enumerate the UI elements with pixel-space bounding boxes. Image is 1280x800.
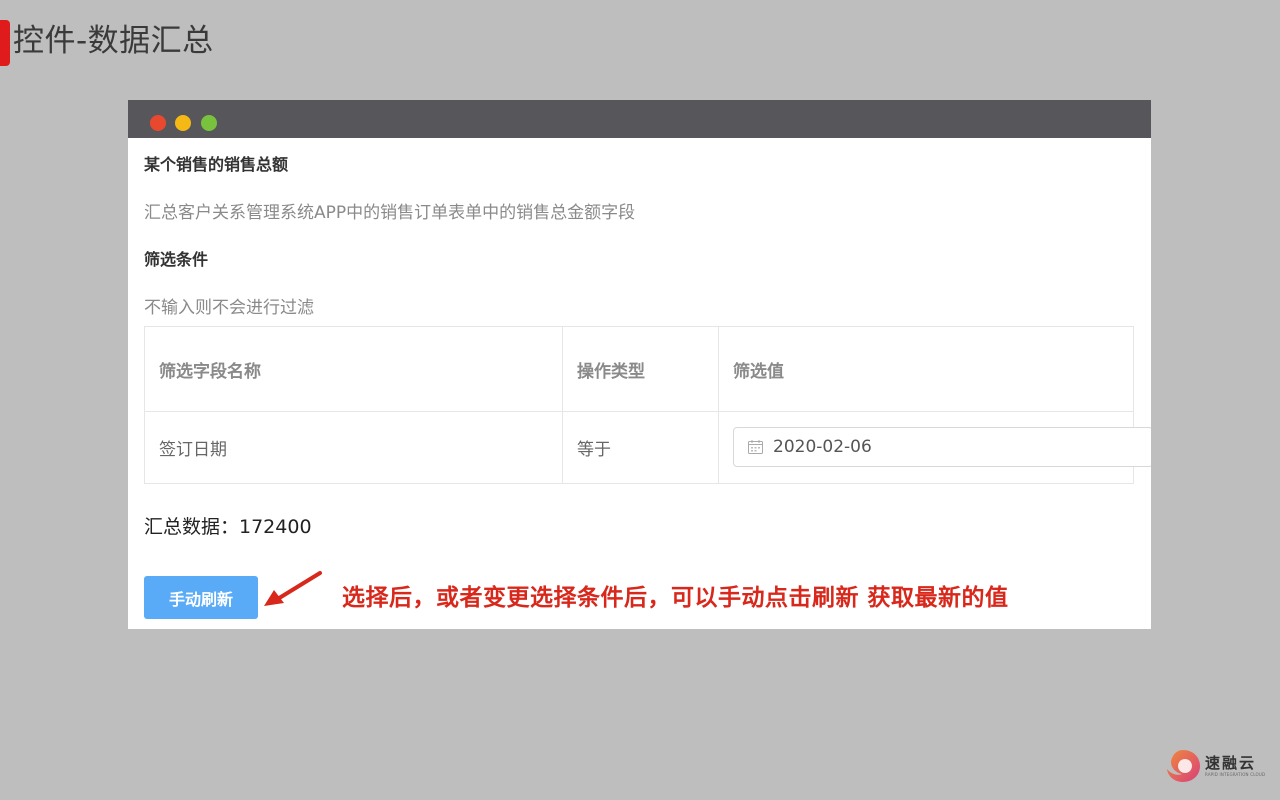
calendar-icon bbox=[748, 440, 763, 454]
date-picker-input[interactable]: 2020-02-06 bbox=[733, 427, 1151, 467]
date-value: 2020-02-06 bbox=[773, 437, 872, 457]
filter-field-name: 签订日期 bbox=[145, 411, 563, 484]
slide-title: 控件-数据汇总 bbox=[13, 23, 214, 59]
arrow-icon bbox=[264, 571, 322, 606]
close-window-dot[interactable] bbox=[150, 115, 166, 131]
brand-logo: 速融云 RAPID INTEGRATION CLOUD bbox=[1163, 746, 1265, 786]
filter-value-cell: 2020-02-06 bbox=[719, 411, 1151, 484]
app-window: 某个销售的销售总额 汇总客户关系管理系统APP中的销售订单表单中的销售总金额字段… bbox=[128, 100, 1151, 629]
widget-title: 某个销售的销售总额 bbox=[144, 155, 289, 174]
table-row: 签订日期 等于 2020-02-06 bbox=[145, 411, 1151, 484]
logo-mark-icon bbox=[1167, 750, 1200, 782]
filter-table: 筛选字段名称 操作类型 筛选值 签订日期 等于 2020-02-06 bbox=[144, 326, 1151, 484]
manual-refresh-button[interactable]: 手动刷新 bbox=[144, 576, 258, 619]
column-header-field: 筛选字段名称 bbox=[145, 327, 563, 411]
widget-description: 汇总客户关系管理系统APP中的销售订单表单中的销售总金额字段 bbox=[144, 203, 636, 223]
window-titlebar bbox=[128, 100, 1151, 138]
filter-operator: 等于 bbox=[563, 411, 719, 484]
title-accent-bar bbox=[0, 20, 10, 66]
minimize-window-dot[interactable] bbox=[175, 115, 191, 131]
table-header-row: 筛选字段名称 操作类型 筛选值 bbox=[145, 327, 1133, 412]
logo-name: 速融云 bbox=[1205, 754, 1257, 772]
maximize-window-dot[interactable] bbox=[201, 115, 217, 131]
logo-tagline: RAPID INTEGRATION CLOUD bbox=[1205, 772, 1266, 777]
filter-heading: 筛选条件 bbox=[144, 250, 209, 269]
annotation-text: 选择后，或者变更选择条件后，可以手动点击刷新 获取最新的值 bbox=[342, 585, 1009, 611]
logo-text: 速融云 RAPID INTEGRATION CLOUD bbox=[1205, 754, 1265, 778]
filter-hint: 不输入则不会进行过滤 bbox=[144, 298, 314, 318]
widget-content: 某个销售的销售总额 汇总客户关系管理系统APP中的销售订单表单中的销售总金额字段… bbox=[128, 138, 1151, 629]
column-header-value: 筛选值 bbox=[733, 361, 784, 382]
summary-value: 汇总数据：172400 bbox=[144, 516, 312, 538]
column-header-operator: 操作类型 bbox=[563, 327, 719, 411]
